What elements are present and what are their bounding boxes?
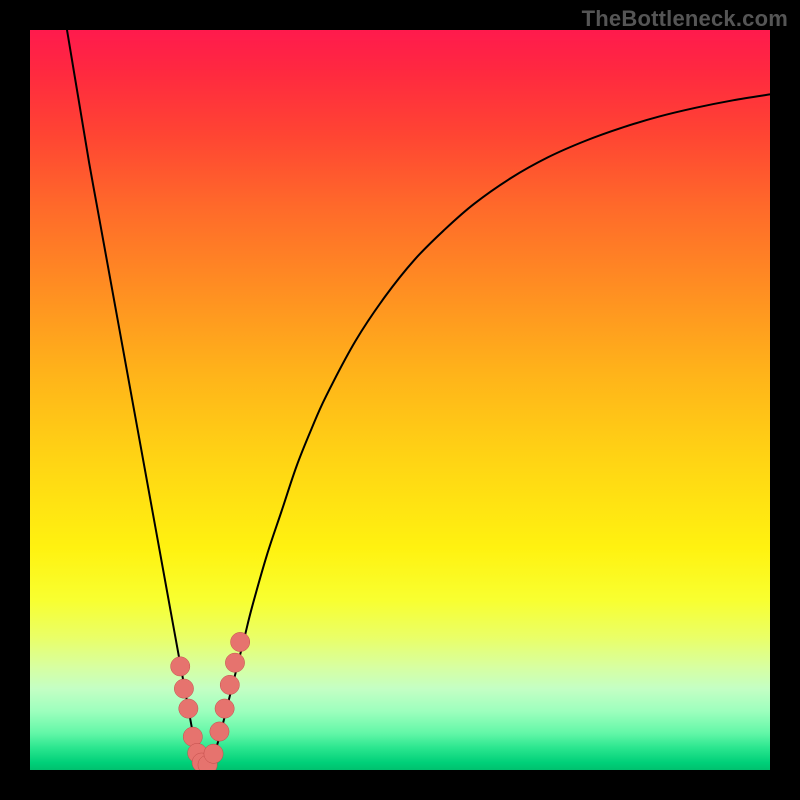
highlight-dot: [220, 675, 239, 694]
curve-svg: [30, 30, 770, 770]
highlight-dot: [174, 679, 193, 698]
bottleneck-curve: [67, 30, 770, 768]
curve-group: [67, 30, 770, 768]
highlight-dot: [210, 722, 229, 741]
highlight-dot: [215, 699, 234, 718]
highlight-dot: [225, 653, 244, 672]
plot-area: [30, 30, 770, 770]
highlight-dot: [204, 744, 223, 763]
highlight-dot: [179, 699, 198, 718]
watermark-text: TheBottleneck.com: [582, 6, 788, 32]
chart-frame: TheBottleneck.com: [0, 0, 800, 800]
marker-group: [171, 632, 250, 770]
highlight-dot: [171, 657, 190, 676]
highlight-dot: [231, 632, 250, 651]
